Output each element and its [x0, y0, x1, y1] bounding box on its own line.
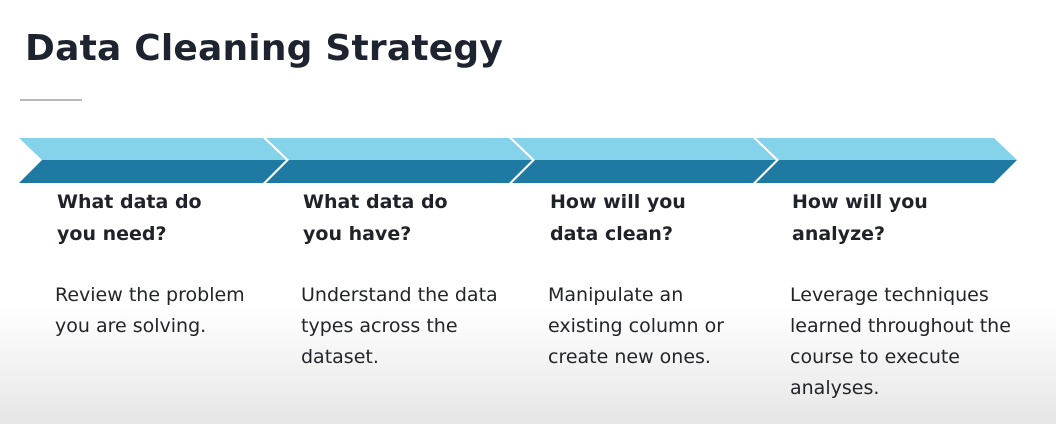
process-arrow-2-top: [266, 138, 532, 160]
process-arrow-1-bottom: [19, 160, 286, 183]
step-2-description: Understand the data types across the dat…: [301, 284, 498, 368]
step-4-heading: How will you analyze?: [792, 191, 928, 245]
process-arrow-4-bottom: [756, 160, 1017, 183]
step-1-description: Review the problem you are solving.: [55, 284, 245, 337]
process-arrow-1: [19, 138, 286, 183]
process-arrow-4-top: [756, 138, 1017, 160]
process-arrow-1-top: [19, 138, 286, 160]
step-4-description: Leverage techniques learned throughout t…: [790, 284, 1011, 399]
process-arrow-2: [266, 138, 532, 183]
step-2-heading: What data do you have?: [303, 191, 448, 245]
step-1-heading: What data do you need?: [57, 191, 202, 245]
process-arrow-3: [512, 138, 776, 183]
step-3-description: Manipulate an existing column or create …: [548, 284, 725, 368]
process-arrow-4: [756, 138, 1017, 183]
process-arrow-3-bottom: [512, 160, 776, 183]
process-arrow-3-top: [512, 138, 776, 160]
step-3-heading: How will you data clean?: [550, 191, 686, 245]
process-arrow-2-bottom: [266, 160, 532, 183]
